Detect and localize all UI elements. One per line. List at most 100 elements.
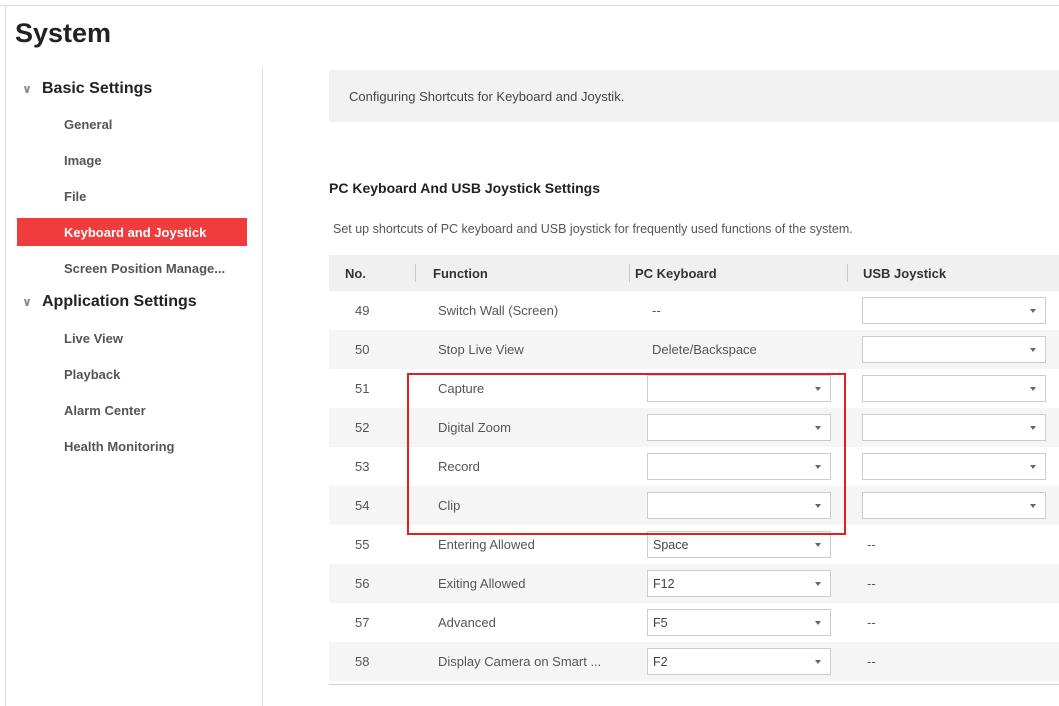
caret-down-icon [1030,426,1036,430]
caret-down-icon [1030,387,1036,391]
cell-no: 52 [355,420,370,435]
table-row: 58 Display Camera on Smart ... F2 -- [329,642,1059,681]
usb-joystick-value: -- [867,615,876,630]
caret-down-icon [815,465,821,469]
sidebar-item-health-monitoring[interactable]: Health Monitoring [17,432,247,460]
table-row: 50 Stop Live View Delete/Backspace [329,330,1059,369]
cell-no: 55 [355,537,370,552]
chevron-down-icon: ∨ [22,82,32,96]
section-description: Set up shortcuts of PC keyboard and USB … [333,222,853,236]
sidebar-item-live-view[interactable]: Live View [17,324,247,352]
table-row: 53 Record [329,447,1059,486]
column-header-pc-keyboard: PC Keyboard [635,265,717,281]
pc-keyboard-select[interactable]: F5 [647,609,831,636]
table-row: 51 Capture [329,369,1059,408]
cell-function: Digital Zoom [438,420,511,435]
group-label: Application Settings [42,293,197,310]
usb-joystick-select[interactable] [862,492,1046,519]
caret-down-icon [1030,504,1036,508]
cell-function: Record [438,459,480,474]
pc-keyboard-select[interactable]: F12 [647,570,831,597]
column-separator [847,264,848,282]
table-row: 55 Entering Allowed Space -- [329,525,1059,564]
cell-no: 50 [355,342,370,357]
cell-function: Clip [438,498,461,513]
usb-joystick-select[interactable] [862,453,1046,480]
table-body: 49 Switch Wall (Screen) -- 50 Stop Live View… [329,291,1059,681]
select-value: F2 [653,654,668,669]
column-header-usb-joystick: USB Joystick [863,265,947,281]
cell-no: 57 [355,615,370,630]
cell-function: Advanced [438,615,496,630]
sidebar-item-keyboard-and-joystick[interactable]: Keyboard and Joystick [17,218,247,246]
usb-joystick-value: -- [867,654,876,669]
chevron-down-icon: ∨ [22,295,32,309]
sidebar-item-general[interactable]: General [17,110,247,138]
cell-no: 54 [355,498,370,513]
group-basic-settings[interactable]: ∨ Basic Settings [20,76,152,102]
usb-joystick-value: -- [867,537,876,552]
select-value: F12 [653,576,675,591]
pc-keyboard-select[interactable]: Space [647,531,831,558]
table-bottom-border [329,684,1059,685]
cell-function: Capture [438,381,485,396]
pc-keyboard-select[interactable] [647,492,831,519]
usb-joystick-value: -- [867,576,876,591]
group-application-settings[interactable]: ∨ Application Settings [20,289,197,315]
cell-function: Switch Wall (Screen) [438,303,559,318]
table-row: 57 Advanced F5 -- [329,603,1059,642]
window-top-border [0,5,1059,6]
cell-no: 58 [355,654,370,669]
pc-keyboard-value: Delete/Backspace [652,342,757,357]
pc-keyboard-select[interactable] [647,453,831,480]
cell-no: 51 [355,381,370,396]
usb-joystick-select[interactable] [862,297,1046,324]
select-value: F5 [653,615,668,630]
table-row: 54 Clip [329,486,1059,525]
usb-joystick-select[interactable] [862,336,1046,363]
table-header: No. Function PC Keyboard USB Joystick [329,255,1059,291]
caret-down-icon [815,504,821,508]
cell-function: Stop Live View [438,342,524,357]
info-banner: Configuring Shortcuts for Keyboard and J… [329,70,1059,122]
cell-no: 53 [355,459,370,474]
sidebar: ∨ Basic Settings General Image File Keyb… [0,70,262,706]
caret-down-icon [815,387,821,391]
sidebar-item-screen-position-management[interactable]: Screen Position Manage... [17,254,247,282]
sidebar-divider [262,68,263,706]
table-row: 56 Exiting Allowed F12 -- [329,564,1059,603]
caret-down-icon [815,426,821,430]
table-row: 49 Switch Wall (Screen) -- [329,291,1059,330]
info-text: Configuring Shortcuts for Keyboard and J… [349,88,625,104]
pc-keyboard-select[interactable] [647,375,831,402]
sidebar-item-playback[interactable]: Playback [17,360,247,388]
caret-down-icon [815,621,821,625]
caret-down-icon [815,543,821,547]
usb-joystick-select[interactable] [862,414,1046,441]
caret-down-icon [815,582,821,586]
group-label: Basic Settings [42,80,153,97]
shortcut-table: No. Function PC Keyboard USB Joystick 49… [329,255,1059,685]
cell-function: Entering Allowed [438,537,535,552]
usb-joystick-select[interactable] [862,375,1046,402]
caret-down-icon [815,660,821,664]
pc-keyboard-select[interactable]: F2 [647,648,831,675]
sidebar-item-image[interactable]: Image [17,146,247,174]
caret-down-icon [1030,309,1036,313]
sidebar-item-alarm-center[interactable]: Alarm Center [17,396,247,424]
sidebar-item-file[interactable]: File [17,182,247,210]
page-title: System [15,18,112,48]
caret-down-icon [1030,348,1036,352]
column-header-no: No. [345,265,366,281]
table-row: 52 Digital Zoom [329,408,1059,447]
cell-function: Exiting Allowed [438,576,526,591]
section-title: PC Keyboard And USB Joystick Settings [329,180,600,196]
column-separator [629,264,630,282]
caret-down-icon [1030,465,1036,469]
column-separator [415,264,416,282]
cell-no: 49 [355,303,370,318]
pc-keyboard-select[interactable] [647,414,831,441]
pc-keyboard-value: -- [652,303,661,318]
cell-no: 56 [355,576,370,591]
select-value: Space [653,537,689,552]
